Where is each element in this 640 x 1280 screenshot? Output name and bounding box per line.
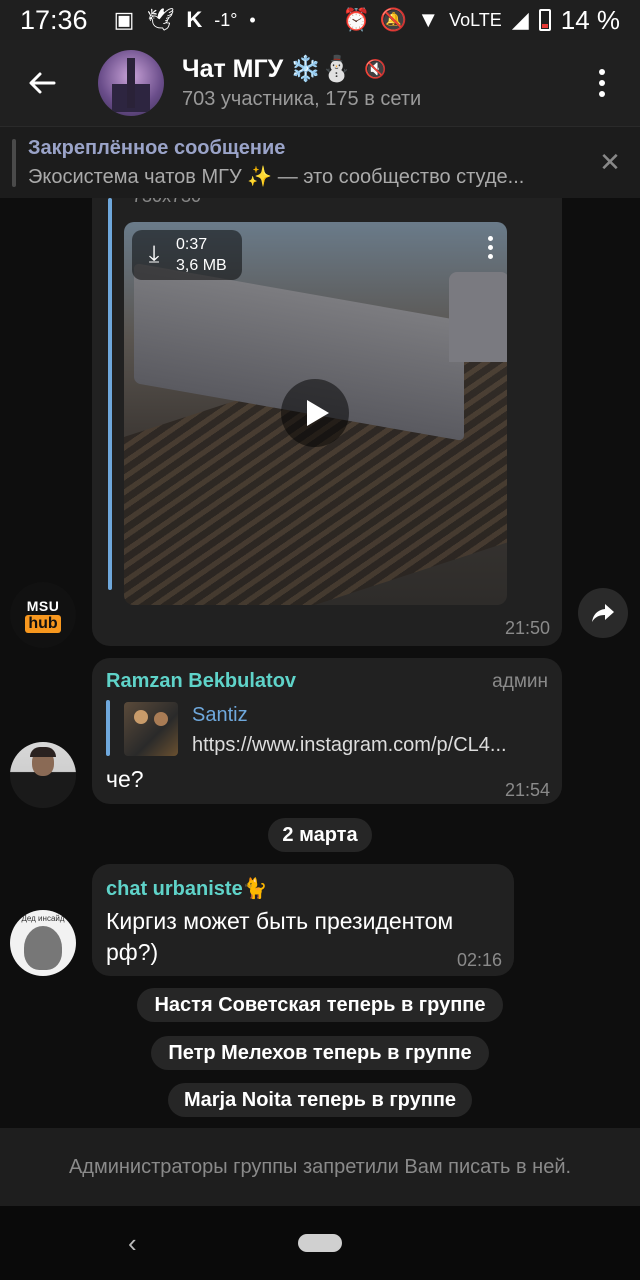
pinned-message-bar[interactable]: Закреплённое сообщение Экосистема чатов … [0,126,640,198]
play-icon[interactable] [281,379,349,447]
message-bubble-urbaniste[interactable]: chat urbaniste🐈 Киргиз может быть презид… [92,864,514,976]
system-message: Marja Noita теперь в группе [168,1083,472,1117]
write-restricted-notice: Администраторы группы запретили Вам писа… [0,1128,640,1206]
share-icon [592,604,614,622]
pinned-title: Закреплённое сообщение [28,136,286,159]
video-message-bubble[interactable]: 730x730 ⤓ 0:37 3,6 MB 21:50 [92,198,562,646]
avatar-urbaniste[interactable]: Дед инсайд [10,910,76,976]
message-text: че? [106,766,144,792]
back-button[interactable] [0,71,84,95]
avatar-caption: Дед инсайд [21,914,65,923]
chat-avatar[interactable] [98,50,164,116]
message-text-line2: рф?) [106,939,159,965]
status-bar: 17:36 ▣ 🕊 K -1° • ⏰ 🔕 ▼ VoLTE ◢ 14 % [0,0,640,40]
close-icon: ✕ [599,147,621,177]
sender-name[interactable]: chat urbaniste🐈 [106,876,268,901]
chat-title-block[interactable]: Чат МГУ ❄️⛄ 🔇 703 участника, 175 в сети [182,55,582,111]
message-time: 21:50 [504,618,550,638]
arrow-left-icon [29,72,56,94]
message-time: 02:16 [456,950,502,970]
pinned-indicator [12,138,16,187]
k-icon: K [186,7,203,32]
reply-line [106,700,110,756]
share-button[interactable] [578,588,628,638]
muted-icon: 🔇 [364,59,387,79]
admin-badge: админ [492,671,548,692]
avatar-msu-hub[interactable]: MSU hub [10,582,76,648]
pinned-text: Экосистема чатов МГУ ✨ — это сообщество … [28,165,525,188]
message-time: 21:54 [504,780,550,800]
status-dot: • [249,9,256,30]
chat-title: Чат МГУ ❄️⛄ [182,55,353,83]
partial-text: 730x730 [132,198,201,207]
close-pinned-button[interactable]: ✕ [580,147,640,178]
temperature: -1° [214,9,238,30]
reply-text[interactable]: https://www.instagram.com/p/CL4... [192,734,550,757]
signal-icon: ◢ [511,7,529,32]
video-menu-icon[interactable] [488,236,493,259]
sender-name[interactable]: Ramzan Bekbulatov [106,670,296,693]
messages-list[interactable]: 730x730 ⤓ 0:37 3,6 MB 21:50 MSU hub [0,198,640,1128]
video-duration: 0:37 [176,236,208,253]
notification-box-icon: ▣ [113,7,135,32]
message-text-line1: Киргиз может быть президентом [106,908,454,934]
video-thumbnail[interactable]: ⤓ 0:37 3,6 MB [124,222,507,605]
reply-thumbnail [124,702,178,756]
video-info[interactable]: ⤓ 0:37 3,6 MB [132,230,242,280]
message-bubble-ramzan[interactable]: Ramzan Bekbulatov админ Santiz https://w… [92,658,562,804]
nav-home-pill[interactable] [298,1234,342,1252]
bird-icon: 🕊 [146,7,175,32]
reply-name[interactable]: Santiz [192,704,248,727]
alarm-icon: ⏰ [342,7,370,32]
battery-icon [538,9,551,31]
wifi-icon: ▼ [417,7,440,32]
avatar-ramzan[interactable] [10,742,76,808]
bell-off-icon: 🔕 [379,7,408,32]
system-message: Петр Мелехов теперь в группе [151,1036,489,1070]
video-size: 3,6 MB [176,257,227,274]
date-divider: 2 марта [268,818,372,852]
forward-line [108,198,112,590]
system-message: Настя Советская теперь в группе [137,988,503,1022]
battery-level: 14 % [560,4,620,35]
nav-back-icon[interactable]: ‹ [128,1228,137,1259]
chat-header: Чат МГУ ❄️⛄ 🔇 703 участника, 175 в сети [0,40,640,126]
more-menu-button[interactable] [582,69,622,97]
chat-subtitle: 703 участника, 175 в сети [182,88,422,110]
status-time: 17:36 [20,4,88,35]
system-nav-bar: ‹ [0,1206,640,1280]
download-icon[interactable]: ⤓ [132,241,176,269]
network-label: VoLTE [449,9,502,30]
